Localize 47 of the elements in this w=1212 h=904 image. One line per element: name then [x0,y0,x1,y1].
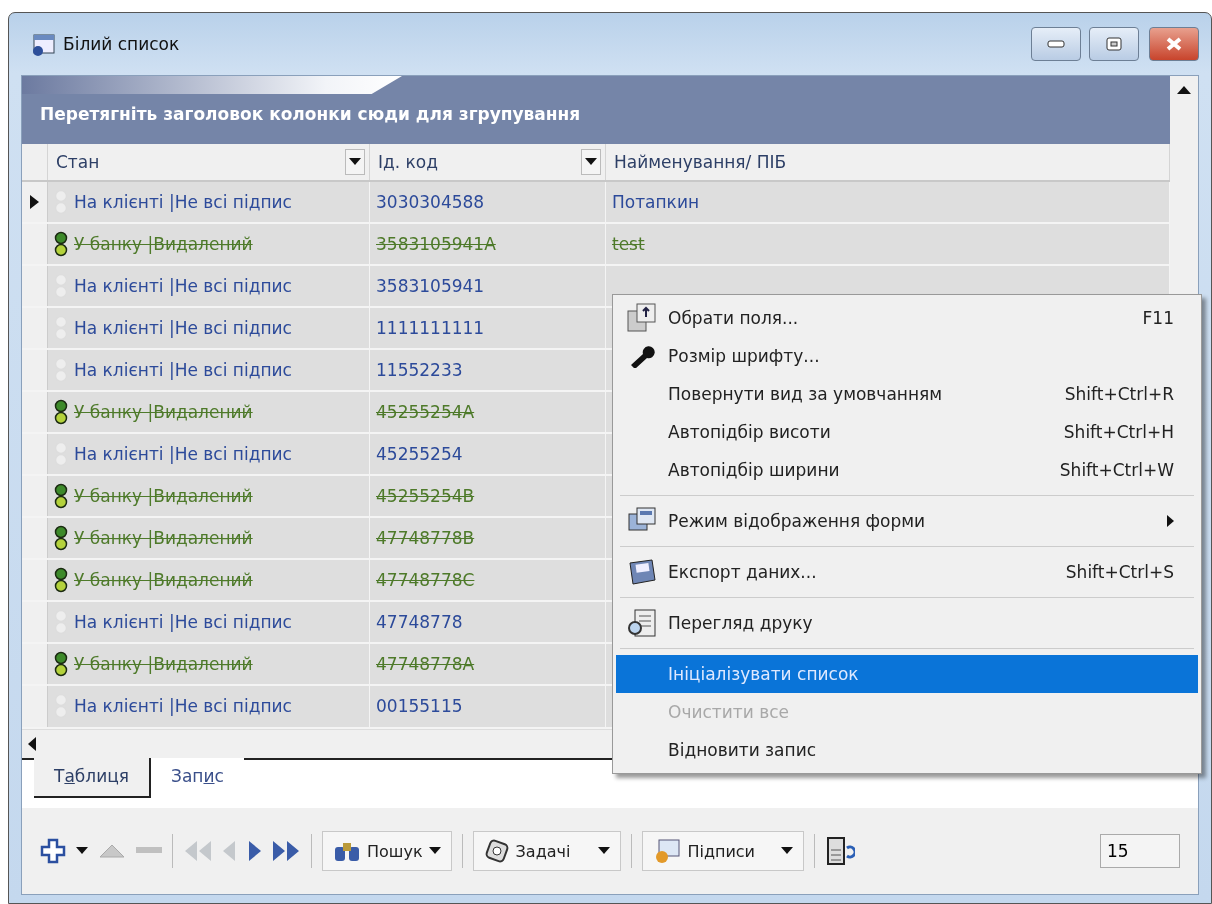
status-text: На клієнті |Не всі підпис [74,276,292,296]
name-text: test [612,233,645,254]
id-code-text: 47748778A [376,654,475,675]
search-button[interactable]: Пошук [322,831,452,871]
status-text: На клієнті |Не всі підпис [74,191,292,212]
menu-item[interactable]: Повернути вид за умовчанням Shift+Ctrl+R [616,375,1198,413]
column-header[interactable]: Стан [48,143,370,180]
status-text: У банку |Видалений [74,402,253,423]
status-text: У банку |Видалений [74,570,253,591]
group-panel-hint: Перетягніть заголовок колонки сюди для згрупування [40,103,581,124]
record-count-field[interactable]: 15 [1100,834,1180,868]
status-text: У банку |Видалений [74,528,253,549]
menu-item[interactable]: Режим відображення форми [616,502,1198,540]
id-code-text: 00155115 [376,696,463,717]
id-code-text: 3583105941A [376,233,496,254]
id-code-text: 45255254B [376,486,475,507]
tasks-button[interactable]: Задачі [472,831,622,871]
status-text: На клієнті |Не всі підпис [74,612,292,633]
id-code-text: 45255254 [376,444,463,465]
id-code-text: 11552233 [376,360,463,381]
id-code-text: 1111111111 [376,318,485,339]
id-code-text: 47748778C [376,570,475,591]
status-text: На клієнті |Не всі підпис [74,360,292,381]
signatures-button[interactable]: Підписи [642,831,804,871]
menu-item[interactable]: Автопідбір ширини Shift+Ctrl+W [616,451,1198,489]
menu-item[interactable]: Експорт даних... Shift+Ctrl+S [616,553,1198,591]
menu-item[interactable]: Автопідбір висоти Shift+Ctrl+H [616,413,1198,451]
status-text: На клієнті |Не всі підпис [74,696,292,717]
tab[interactable]: Таблиця [34,758,151,798]
id-code-text: 47748778B [376,528,475,549]
status-text: На клієнті |Не всі підпис [74,444,292,465]
column-header[interactable]: Ід. код [370,143,606,180]
menu-item[interactable]: Перегляд друку [616,604,1198,642]
window-title: Білий список [63,34,181,54]
status-text: У банку |Видалений [74,233,253,254]
menu-item[interactable]: Обрати поля... F11 [616,299,1198,337]
id-code-text: 3030304588 [376,191,485,212]
id-code-text: 45255254A [376,402,475,423]
menu-item[interactable]: Ініціалізувати список [616,655,1198,693]
status-text: На клієнті |Не всі підпис [74,318,292,339]
menu-item[interactable]: Відновити запис [616,731,1198,769]
id-code-text: 47748778 [376,612,463,633]
status-text: У банку |Видалений [74,486,253,507]
status-text: У банку |Видалений [74,654,253,675]
name-text: Потапкин [612,191,700,212]
menu-item[interactable]: Розмір шрифту... [616,337,1198,375]
id-code-text: 3583105941 [376,276,485,296]
